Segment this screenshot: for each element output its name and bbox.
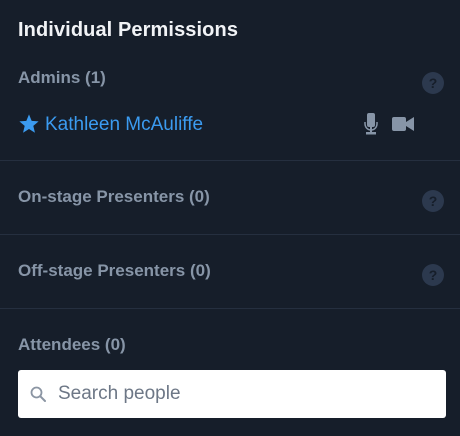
admins-label: Admins (1)	[18, 68, 106, 87]
attendees-label: Attendees (0)	[18, 335, 126, 354]
divider	[0, 308, 460, 309]
offstage-presenters-label: Off-stage Presenters (0)	[18, 261, 211, 280]
microphone-icon[interactable]	[364, 113, 378, 135]
admin-name[interactable]: Kathleen McAuliffe	[45, 114, 203, 136]
star-icon	[19, 114, 39, 133]
divider	[0, 160, 460, 161]
onstage-help-icon[interactable]: ?	[422, 190, 444, 212]
divider	[0, 234, 460, 235]
admins-help-icon[interactable]: ?	[422, 72, 444, 94]
individual-permissions-panel: Individual Permissions Admins (1) ? Kath…	[0, 0, 460, 436]
offstage-help-icon[interactable]: ?	[422, 264, 444, 286]
admin-row[interactable]: Kathleen McAuliffe	[18, 113, 418, 139]
panel-title: Individual Permissions	[18, 19, 239, 41]
search-people-input[interactable]	[58, 370, 438, 418]
video-camera-icon[interactable]	[392, 117, 414, 131]
onstage-presenters-label: On-stage Presenters (0)	[18, 187, 210, 206]
search-icon	[30, 386, 46, 402]
search-box[interactable]	[18, 370, 446, 418]
